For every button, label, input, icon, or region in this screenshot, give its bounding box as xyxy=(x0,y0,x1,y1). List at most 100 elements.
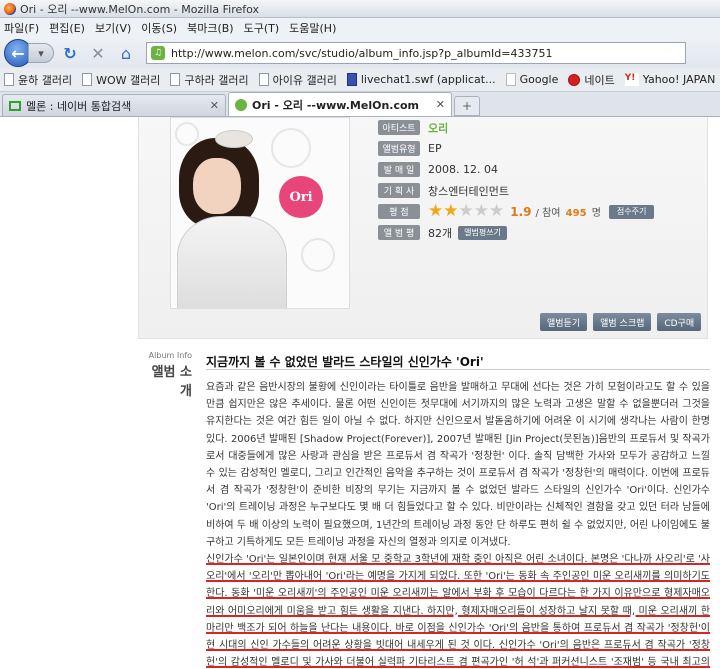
scrap-album-button[interactable]: 앨범 스크랩 xyxy=(593,313,652,331)
menu-view[interactable]: 보기(V) xyxy=(95,20,131,36)
intro-paragraph: 신인가수 'Ori'는 일본인이며 현재 서울 모 중학교 3학년에 재학 중인… xyxy=(206,554,710,669)
info-row-reviews: 앨 범 평 82개 앨범평쓰기 xyxy=(378,222,698,243)
plus-icon: + xyxy=(461,99,473,113)
tab-label: 멜론 : 네이버 통합검색 xyxy=(26,99,132,113)
info-row-artist: 아티스트 오리 xyxy=(378,117,698,138)
tab-melon-ori[interactable]: Ori - 오리 --www.MelOn.com ✕ xyxy=(228,92,452,116)
listen-album-button[interactable]: 앨범듣기 xyxy=(540,313,588,331)
close-icon[interactable]: ✕ xyxy=(210,99,219,112)
window-title: Ori - 오리 --www.MelOn.com - Mozilla Firef… xyxy=(20,2,260,16)
yahoo-icon: Y! xyxy=(624,73,639,86)
intro-title: 지금까지 볼 수 없었던 발라드 스타일의 신인가수 'Ori' xyxy=(206,355,484,369)
tab-label: Ori - 오리 --www.MelOn.com xyxy=(252,98,420,112)
rate-button[interactable]: 점수주기 xyxy=(608,204,655,219)
new-tab-button[interactable]: + xyxy=(454,96,480,116)
info-label: 기 획 사 xyxy=(378,183,420,198)
rating-participants: / 참여 495 명 xyxy=(536,204,601,219)
cover-blouse xyxy=(177,216,287,308)
menu-bookmarks[interactable]: 북마크(B) xyxy=(187,20,234,36)
address-bar[interactable]: ♫ http://www.melon.com/svc/studio/album_… xyxy=(146,42,686,64)
divider xyxy=(206,369,710,370)
rating-score: 1.9 xyxy=(510,204,532,219)
star-filled-icon: ★ xyxy=(428,201,444,221)
google-icon xyxy=(505,73,516,86)
intro-heading-small: Album Info xyxy=(148,351,192,360)
intro-heading-big: 앨범 소개 xyxy=(151,365,192,399)
swirl-decoration xyxy=(271,128,311,168)
bookmarks-toolbar: 윤하 갤러리 WOW 갤러리 구하라 갤러리 아이유 갤러리 livechat1… xyxy=(0,68,720,92)
star-empty-icon: ★ xyxy=(489,201,505,221)
rating-prefix: / 참여 xyxy=(535,208,561,219)
menu-help[interactable]: 도움말(H) xyxy=(289,20,336,36)
bookmark-nate[interactable]: 네이트 xyxy=(568,72,615,88)
window-title-bar: Ori - 오리 --www.MelOn.com - Mozilla Firef… xyxy=(0,0,720,18)
bookmark-label: 아이유 갤러리 xyxy=(272,73,337,87)
page-icon xyxy=(258,73,269,86)
release-date: 2008. 12. 04 xyxy=(428,163,498,176)
cover-face xyxy=(193,158,241,214)
rating-stars: ★ ★ ★ ★ ★ xyxy=(428,203,504,220)
buy-cd-button[interactable]: CD구매 xyxy=(657,313,702,331)
stop-icon[interactable]: ✕ xyxy=(86,42,110,64)
intro-body: 요즘과 같은 음반시장의 불황에 신인이라는 타이틀로 음반을 발매하고 무대에… xyxy=(206,379,710,669)
rating-suffix: 명 xyxy=(591,208,601,219)
tab-strip: 멜론 : 네이버 통합검색 ✕ Ori - 오리 --www.MelOn.com… xyxy=(0,92,720,117)
bookmark-label: 구하라 갤러리 xyxy=(184,73,249,87)
agency-name: 창스엔터테인먼트 xyxy=(428,184,509,198)
bookmark-label: WOW 갤러리 xyxy=(96,73,161,87)
write-review-button[interactable]: 앨범평쓰기 xyxy=(458,225,507,240)
menu-tools[interactable]: 도구(T) xyxy=(244,20,280,36)
album-type: EP xyxy=(428,142,442,155)
back-arrow-icon: ← xyxy=(11,43,25,63)
bookmark-label: 윤하 갤러리 xyxy=(18,73,73,87)
melon-icon xyxy=(235,98,247,111)
reload-icon[interactable]: ↻ xyxy=(58,42,82,64)
swirl-decoration xyxy=(175,122,199,146)
info-label: 발 매 일 xyxy=(378,162,420,177)
home-icon[interactable]: ⌂ xyxy=(114,42,138,64)
menu-bar: 파일(F) 편집(E) 보기(V) 이동(S) 북마크(B) 도구(T) 도움말… xyxy=(0,18,720,38)
address-url: http://www.melon.com/svc/studio/album_in… xyxy=(171,46,553,60)
bookmark-yahoo-japan[interactable]: Y! Yahoo! JAPAN xyxy=(624,73,716,86)
bookmark-label: livechat1.swf (applicat... xyxy=(360,73,496,86)
review-count: 82개 xyxy=(428,226,453,240)
forward-button[interactable]: ▾ xyxy=(28,43,54,63)
bookmark-guhara-gallery[interactable]: 구하라 갤러리 xyxy=(170,72,249,88)
bookmark-livechat[interactable]: livechat1.swf (applicat... xyxy=(346,73,496,86)
star-empty-icon: ★ xyxy=(458,201,474,221)
menu-go[interactable]: 이동(S) xyxy=(141,20,177,36)
ori-logo: Ori xyxy=(279,176,323,218)
bookmark-label: Google xyxy=(519,73,559,86)
rating-count: 495 xyxy=(565,208,587,219)
star-empty-icon: ★ xyxy=(473,201,489,221)
close-icon[interactable]: ✕ xyxy=(436,98,445,111)
album-actions: 앨범듣기 앨범 스크랩 CD구매 xyxy=(540,313,707,331)
artist-link[interactable]: 오리 xyxy=(428,120,448,136)
navigation-toolbar: ← ▾ ↻ ✕ ⌂ ♫ http://www.melon.com/svc/stu… xyxy=(0,38,720,68)
bookmark-yunha-gallery[interactable]: 윤하 갤러리 xyxy=(4,72,72,88)
info-row-agency: 기 획 사 창스엔터테인먼트 xyxy=(378,180,698,201)
bookmark-label: Yahoo! JAPAN xyxy=(642,73,716,86)
site-favicon: ♫ xyxy=(151,46,165,60)
info-label: 평 점 xyxy=(378,204,420,219)
firefox-icon xyxy=(4,2,16,15)
page-icon xyxy=(82,73,93,86)
page-icon xyxy=(4,73,14,86)
info-row-release: 발 매 일 2008. 12. 04 xyxy=(378,159,698,180)
album-cover: Ori xyxy=(170,117,350,309)
page-content: Ori 아티스트 오리 앨범유형 EP 발 매 일 2008. 12. 04 기… xyxy=(0,117,720,669)
bookmark-google[interactable]: Google xyxy=(505,73,559,86)
menu-edit[interactable]: 편집(E) xyxy=(49,20,85,36)
cover-bow xyxy=(215,130,253,148)
tab-naver-search[interactable]: 멜론 : 네이버 통합검색 ✕ xyxy=(2,94,226,116)
flash-icon xyxy=(346,73,357,86)
menu-file[interactable]: 파일(F) xyxy=(4,20,39,36)
page-icon xyxy=(170,73,181,86)
bookmark-iu-gallery[interactable]: 아이유 갤러리 xyxy=(258,72,337,88)
info-row-type: 앨범유형 EP xyxy=(378,138,698,159)
album-info-table: 아티스트 오리 앨범유형 EP 발 매 일 2008. 12. 04 기 획 사… xyxy=(378,117,698,243)
bookmark-label: 네이트 xyxy=(584,73,615,87)
bookmark-wow-gallery[interactable]: WOW 갤러리 xyxy=(82,72,160,88)
nate-icon xyxy=(568,73,581,86)
info-label: 아티스트 xyxy=(378,120,420,135)
